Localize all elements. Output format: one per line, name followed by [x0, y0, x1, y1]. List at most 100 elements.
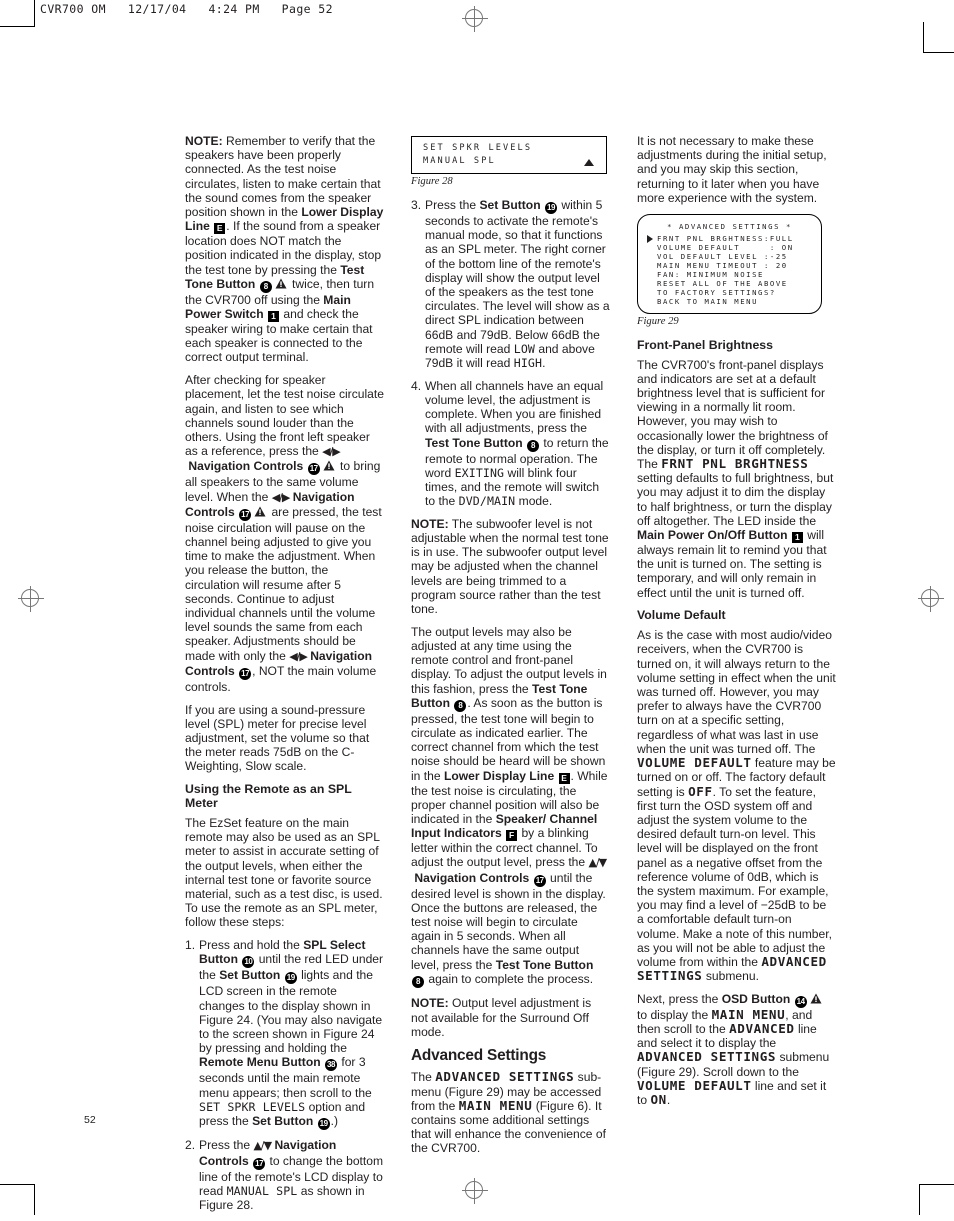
osd-menu-row: RESET ALL OF THE ABOVE	[657, 278, 788, 288]
navigation-controls-icon: 17	[253, 1157, 266, 1170]
figure-29-osd-menu: * ADVANCED SETTINGS * FRNT PNL BRGHTNESS…	[637, 213, 822, 314]
osd-menu-title: * ADVANCED SETTINGS *	[667, 221, 792, 231]
heading-volume-default: Volume Default	[637, 608, 726, 623]
paragraph-speaker-placement: After checking for speaker placement, le…	[185, 373, 384, 694]
osd-menu-row: VOLUME DEFAULT : ON	[657, 242, 794, 252]
warning-triangle-icon	[323, 460, 335, 471]
paragraph-front-panel-brightness: The CVR700's front-panel displays and in…	[637, 357, 834, 600]
heading-advanced-settings: Advanced Settings	[411, 1047, 547, 1065]
lower-display-line-icon: E	[214, 223, 226, 235]
crop-mark-top-left	[0, 0, 35, 27]
figure-28-caption: Figure 28	[411, 176, 453, 187]
osd-menu-row: BACK TO MAIN MENU	[657, 296, 759, 306]
list-item-step-1: 1. Press and hold the SPL Select Button …	[185, 938, 384, 1130]
crop-mark-top-right	[923, 22, 954, 53]
list-item-step-2: 2. Press the ▲/▼ Navigation Controls 17 …	[185, 1138, 384, 1213]
lcd-text-advanced-settings: ADVANCED SETTINGS	[637, 1049, 777, 1065]
warning-triangle-icon	[254, 506, 266, 517]
test-tone-button-icon: 8	[259, 280, 272, 293]
paragraph-ezset-intro: The EzSet feature on the main remote may…	[185, 816, 383, 930]
test-tone-button-icon: 8	[454, 699, 467, 712]
osd-menu-row: VOL DEFAULT LEVEL :-25	[657, 251, 788, 261]
lcd-line-2: MANUAL SPL	[423, 156, 496, 166]
up-down-arrow-icon: ▲/▼	[588, 856, 608, 870]
list-item-step-4: 4. When all channels have an equal volum…	[411, 378, 609, 509]
lcd-text-high: HIGH	[513, 356, 543, 371]
lower-display-line-icon: E	[558, 772, 570, 784]
navigation-controls-icon: 17	[307, 463, 320, 476]
lcd-text-exiting: EXITING	[454, 465, 505, 480]
column-three: It is not necessary to make these adjust…	[637, 134, 836, 1221]
main-power-button-icon: 1	[791, 531, 803, 543]
warning-triangle-icon	[275, 278, 287, 289]
note-speaker-verify: NOTE: Remember to verify that the speake…	[185, 134, 384, 365]
note-surround-off: NOTE: Output level adjustment is not ava…	[411, 996, 592, 1039]
column-two: SET SPKR LEVELS MANUAL SPL Figure 28 3. …	[411, 134, 610, 1221]
note-subwoofer-level: NOTE: The subwoofer level is not adjusta…	[411, 516, 609, 617]
test-tone-button-icon: 8	[527, 439, 540, 452]
paragraph-skip-section: It is not necessary to make these adjust…	[637, 134, 827, 205]
step-number: 3.	[411, 198, 422, 212]
crop-mark-bottom-left	[0, 1184, 35, 1215]
note-label: NOTE:	[411, 996, 449, 1011]
paragraph-osd-button-steps: Next, press the OSD Button 14 to display…	[637, 991, 830, 1108]
spl-select-button-icon: 10	[242, 956, 255, 969]
speaker-channel-input-indicators-icon: F	[506, 830, 518, 842]
paragraph-advanced-settings-intro: The ADVANCED SETTINGS sub-menu (Figure 2…	[411, 1069, 606, 1156]
paragraph-output-levels-remote: The output levels may also be adjusted a…	[411, 624, 608, 988]
osd-menu-row: FAN: MINIMUM NOISE	[657, 269, 764, 279]
main-power-switch-icon: 1	[268, 311, 280, 323]
navigation-controls-icon: 17	[239, 667, 252, 680]
up-down-arrow-icon: ▲/▼	[253, 1139, 272, 1153]
figure-28-lcd-display: SET SPKR LEVELS MANUAL SPL	[411, 136, 607, 174]
paragraph-volume-default: As is the case with most audio/video rec…	[637, 628, 836, 984]
step-number: 2.	[185, 1138, 196, 1153]
figure-29-caption: Figure 29	[637, 315, 679, 327]
paragraph-spl-meter-level: If you are using a sound-pressure level …	[185, 702, 370, 774]
note-label: NOTE:	[411, 516, 449, 531]
set-button-icon: 19	[544, 202, 557, 214]
osd-menu-row: TO FACTORY SETTINGS?	[657, 287, 776, 297]
registration-mark-left	[18, 586, 44, 612]
lcd-text-main-menu: MAIN MENU	[458, 1097, 533, 1113]
left-right-arrow-icon: ◀/▶	[289, 649, 308, 663]
list-item-step-3: 3. Press the Set Button 19 within 5 seco…	[411, 198, 610, 371]
lcd-text-volume-default: VOLUME DEFAULT	[637, 1077, 752, 1093]
lcd-text-on: ON	[650, 1092, 667, 1108]
up-triangle-icon	[584, 159, 594, 166]
lcd-text-frnt-pnl-brghtness: FRNT PNL BRGHTNESS	[661, 455, 809, 471]
lcd-text-off: OFF	[688, 783, 713, 799]
lcd-text-main-menu: MAIN MENU	[711, 1006, 786, 1022]
registration-mark-right	[918, 586, 944, 612]
step-number: 4.	[411, 378, 422, 393]
lcd-text-set-spkr-levels: SET SPKR LEVELS	[199, 1099, 306, 1114]
lcd-text-volume-default: VOLUME DEFAULT	[637, 755, 752, 771]
osd-menu-row: FRNT PNL BRGHTNESS:FULL	[657, 233, 794, 243]
lcd-text-manual-spl: MANUAL SPL	[226, 1183, 298, 1198]
navigation-controls-icon: 17	[533, 874, 546, 887]
menu-cursor-icon	[647, 234, 653, 243]
lcd-text-advanced: ADVANCED	[729, 1021, 795, 1037]
note-label: NOTE:	[185, 134, 223, 148]
lcd-line-1: SET SPKR LEVELS	[423, 143, 533, 153]
warning-triangle-icon	[810, 993, 822, 1004]
column-one: NOTE: Remember to verify that the speake…	[185, 134, 384, 1221]
lcd-text-low: LOW	[513, 341, 535, 356]
page-slug: CVR700 OM 12/17/04 4:24 PM Page 52	[40, 2, 333, 16]
navigation-controls-icon: 17	[239, 508, 252, 521]
heading-front-panel-brightness: Front-Panel Brightness	[637, 337, 773, 352]
crop-mark-bottom-right	[919, 1184, 954, 1215]
registration-mark-top	[462, 6, 488, 32]
set-button-icon: 19	[317, 1117, 330, 1130]
left-right-arrow-icon: ◀/▶	[271, 490, 291, 504]
left-right-arrow-icon: ◀/▶	[322, 445, 341, 459]
page-body: NOTE: Remember to verify that the speake…	[185, 134, 837, 1221]
osd-button-icon: 14	[794, 995, 807, 1008]
lcd-text-advanced-settings: ADVANCED SETTINGS	[435, 1069, 575, 1085]
test-tone-button-icon: 8	[412, 975, 424, 988]
step-number: 1.	[185, 938, 196, 953]
set-button-icon: 19	[284, 972, 297, 985]
lcd-text-dvd-main: DVD/MAIN	[458, 494, 516, 509]
remote-menu-button-icon: 38	[324, 1059, 337, 1072]
page-number: 52	[84, 1114, 96, 1126]
